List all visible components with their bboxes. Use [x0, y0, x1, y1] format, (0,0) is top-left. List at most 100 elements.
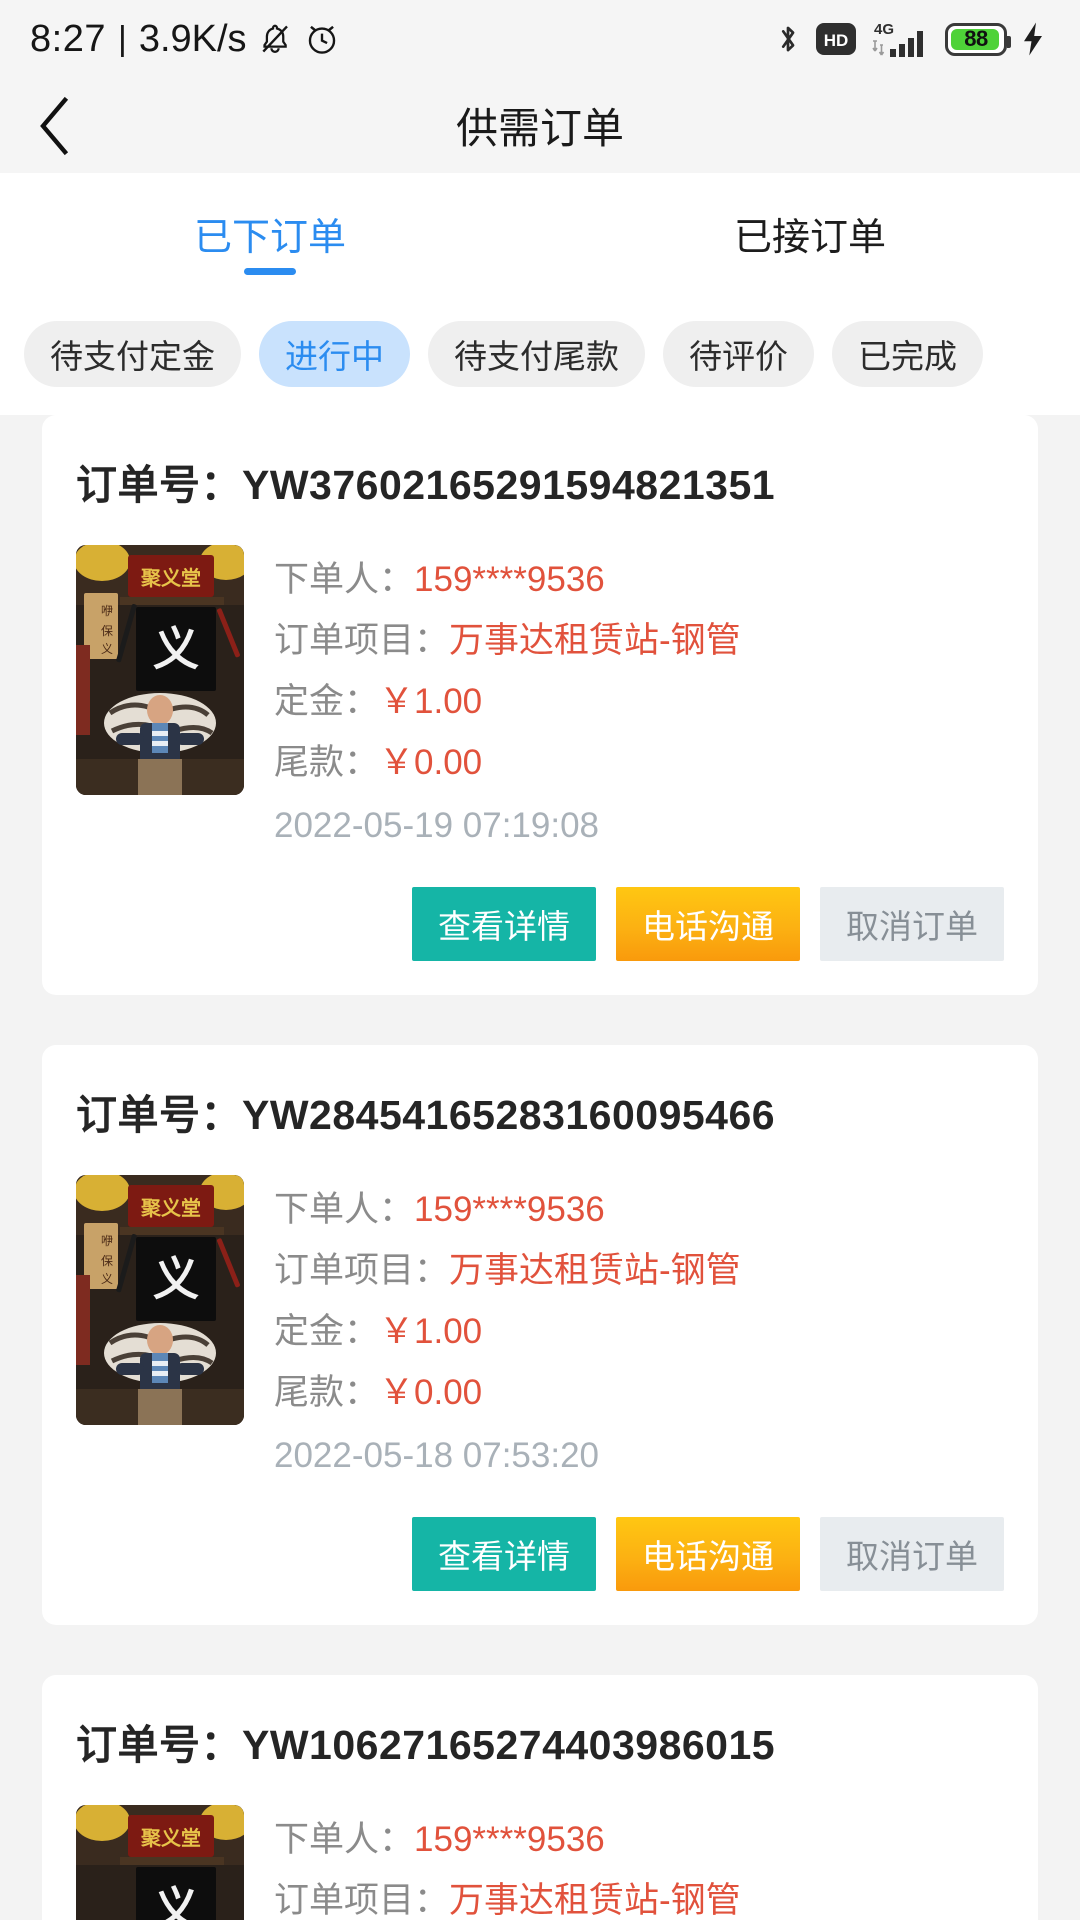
order-thumbnail[interactable]: 聚义堂 咿 保 义 义 — [76, 1175, 244, 1425]
order-thumbnail[interactable]: 聚义堂 咿 保 义 义 — [76, 545, 244, 795]
battery-icon: 88 — [945, 22, 1011, 56]
svg-text:4G: 4G — [874, 21, 894, 38]
app-screen: 8:27 | 3.9K/s HD 4G 88 供需订单 已下订单 已接订单 待支… — [0, 0, 1080, 1920]
order-customer-label: 下单人： — [274, 560, 415, 599]
battery-level: 88 — [964, 26, 988, 51]
order-customer-row: 下单人： 159****9536 — [274, 549, 1004, 610]
order-thumbnail[interactable]: 聚义堂 义 — [76, 1805, 244, 1920]
order-deposit-row: 定金： ￥1.00 — [274, 1301, 1004, 1362]
order-project-value: 万事达租赁站-钢管 — [449, 1881, 741, 1920]
svg-text:聚义堂: 聚义堂 — [140, 1196, 201, 1220]
filter-chip-pending-balance[interactable]: 待支付尾款 — [428, 321, 645, 387]
order-card-body: 聚义堂 咿 保 义 义 下单人： 159****9536 订单项目： 万事达租赁… — [76, 1175, 1004, 1489]
order-card-body: 聚义堂 咿 保 义 义 下单人： 159****9536 订单项目： 万事达租赁… — [76, 545, 1004, 859]
order-customer-row: 下单人： 159****9536 — [274, 1809, 1004, 1870]
filter-chip-label: 待支付定金 — [50, 338, 215, 375]
filter-chip-pending-deposit[interactable]: 待支付定金 — [24, 321, 241, 387]
order-actions: 查看详情 电话沟通 取消订单 — [76, 1517, 1004, 1591]
svg-text:咿: 咿 — [101, 604, 113, 618]
order-number-value: YW37602165291594821351 — [242, 462, 776, 508]
order-balance-value: ￥0.00 — [379, 743, 483, 782]
order-balance-row: 尾款： ￥0.00 — [274, 732, 1004, 793]
order-number-row: 订单号：YW28454165283160095466 — [76, 1081, 1004, 1141]
svg-text:义: 义 — [101, 1272, 113, 1286]
status-time: 8:27 — [30, 17, 106, 60]
order-deposit-value: ￥1.00 — [379, 1312, 483, 1351]
bluetooth-icon — [774, 20, 802, 58]
status-separator: | — [117, 19, 127, 58]
order-project-value: 万事达租赁站-钢管 — [449, 1251, 741, 1290]
order-project-row: 订单项目： 万事达租赁站-钢管 — [274, 1870, 1004, 1920]
order-list[interactable]: 订单号：YW37602165291594821351 聚义堂 咿 保 义 义 下… — [0, 415, 1080, 1920]
order-number-label: 订单号： — [76, 462, 242, 508]
order-customer-value: 159****9536 — [414, 1820, 605, 1859]
cancel-order-button[interactable]: 取消订单 — [820, 887, 1004, 961]
order-customer-row: 下单人： 159****9536 — [274, 1179, 1004, 1240]
order-deposit-row: 定金： ￥1.00 — [274, 671, 1004, 732]
svg-text:义: 义 — [153, 1252, 199, 1306]
svg-text:义: 义 — [101, 642, 113, 656]
order-deposit-value: ￥1.00 — [379, 682, 483, 721]
page-title: 供需订单 — [455, 105, 624, 152]
filter-chip-label: 待评价 — [689, 338, 788, 375]
order-project-label: 订单项目： — [274, 621, 450, 660]
order-balance-label: 尾款： — [274, 743, 380, 782]
filter-chip-label: 待支付尾款 — [454, 338, 619, 375]
filter-chip-pending-review[interactable]: 待评价 — [663, 321, 814, 387]
order-card-body: 聚义堂 义 下单人： 159****9536 订单项目： 万事达租赁站-钢管 — [76, 1805, 1004, 1920]
order-actions: 查看详情 电话沟通 取消订单 — [76, 887, 1004, 961]
phone-contact-button[interactable]: 电话沟通 — [616, 1517, 800, 1591]
order-customer-value: 159****9536 — [414, 560, 605, 599]
tab-active-indicator — [244, 268, 296, 275]
hd-icon: HD — [815, 22, 857, 56]
bell-muted-icon — [257, 20, 293, 58]
order-project-row: 订单项目： 万事达租赁站-钢管 — [274, 610, 1004, 671]
tab-received-orders[interactable]: 已接订单 — [540, 173, 1080, 293]
order-number-row: 订单号：YW37602165291594821351 — [76, 451, 1004, 511]
phone-contact-button[interactable]: 电话沟通 — [616, 887, 800, 961]
order-card[interactable]: 订单号：YW10627165274403986015 聚义堂 义 下单人： 15… — [42, 1675, 1038, 1920]
order-info: 下单人： 159****9536 订单项目： 万事达租赁站-钢管 定金： ￥1.… — [274, 1175, 1004, 1489]
status-bar: 8:27 | 3.9K/s HD 4G 88 — [0, 0, 1080, 78]
order-number-label: 订单号： — [76, 1722, 242, 1768]
order-balance-value: ￥0.00 — [379, 1373, 483, 1412]
filter-chip-in-progress[interactable]: 进行中 — [259, 321, 410, 387]
status-network-speed: 3.9K/s — [138, 17, 247, 60]
charging-bolt-icon — [1020, 21, 1046, 57]
order-number-label: 订单号： — [76, 1092, 242, 1138]
svg-text:义: 义 — [153, 622, 199, 676]
svg-text:聚义堂: 聚义堂 — [140, 1826, 201, 1850]
order-customer-label: 下单人： — [274, 1820, 415, 1859]
filter-chip-label: 进行中 — [285, 338, 384, 375]
tab-placed-orders[interactable]: 已下订单 — [0, 173, 540, 293]
view-detail-button[interactable]: 查看详情 — [412, 1517, 596, 1591]
order-card[interactable]: 订单号：YW37602165291594821351 聚义堂 咿 保 义 义 下… — [42, 415, 1038, 995]
order-project-value: 万事达租赁站-钢管 — [449, 621, 741, 660]
order-card[interactable]: 订单号：YW28454165283160095466 聚义堂 咿 保 义 义 下… — [42, 1045, 1038, 1625]
svg-text:HD: HD — [824, 31, 849, 50]
order-project-label: 订单项目： — [274, 1881, 450, 1920]
status-bar-left: 8:27 | 3.9K/s — [30, 18, 341, 61]
order-info: 下单人： 159****9536 订单项目： 万事达租赁站-钢管 — [274, 1805, 1004, 1920]
order-info: 下单人： 159****9536 订单项目： 万事达租赁站-钢管 定金： ￥1.… — [274, 545, 1004, 859]
navigation-bar: 供需订单 — [0, 78, 1080, 173]
order-balance-label: 尾款： — [274, 1373, 380, 1412]
signal-4g-icon: 4G — [870, 19, 932, 59]
svg-text:保: 保 — [101, 1254, 113, 1268]
svg-text:义: 义 — [153, 1882, 199, 1920]
filter-chip-label: 已完成 — [858, 338, 957, 375]
cancel-order-button[interactable]: 取消订单 — [820, 1517, 1004, 1591]
tab-received-orders-label: 已接订单 — [733, 216, 886, 259]
status-bar-right: HD 4G 88 — [774, 19, 1046, 59]
tab-placed-orders-label: 已下订单 — [193, 216, 346, 259]
svg-text:保: 保 — [101, 624, 113, 638]
view-detail-button[interactable]: 查看详情 — [412, 887, 596, 961]
order-deposit-label: 定金： — [274, 1312, 380, 1351]
order-project-label: 订单项目： — [274, 1251, 450, 1290]
filter-chip-completed[interactable]: 已完成 — [832, 321, 983, 387]
order-number-value: YW28454165283160095466 — [242, 1092, 776, 1138]
filter-chip-bar: 待支付定金 进行中 待支付尾款 待评价 已完成 — [0, 293, 1080, 415]
alarm-clock-icon — [303, 20, 341, 58]
order-timestamp: 2022-05-18 07:53:20 — [274, 1436, 599, 1475]
order-number-row: 订单号：YW10627165274403986015 — [76, 1711, 1004, 1771]
